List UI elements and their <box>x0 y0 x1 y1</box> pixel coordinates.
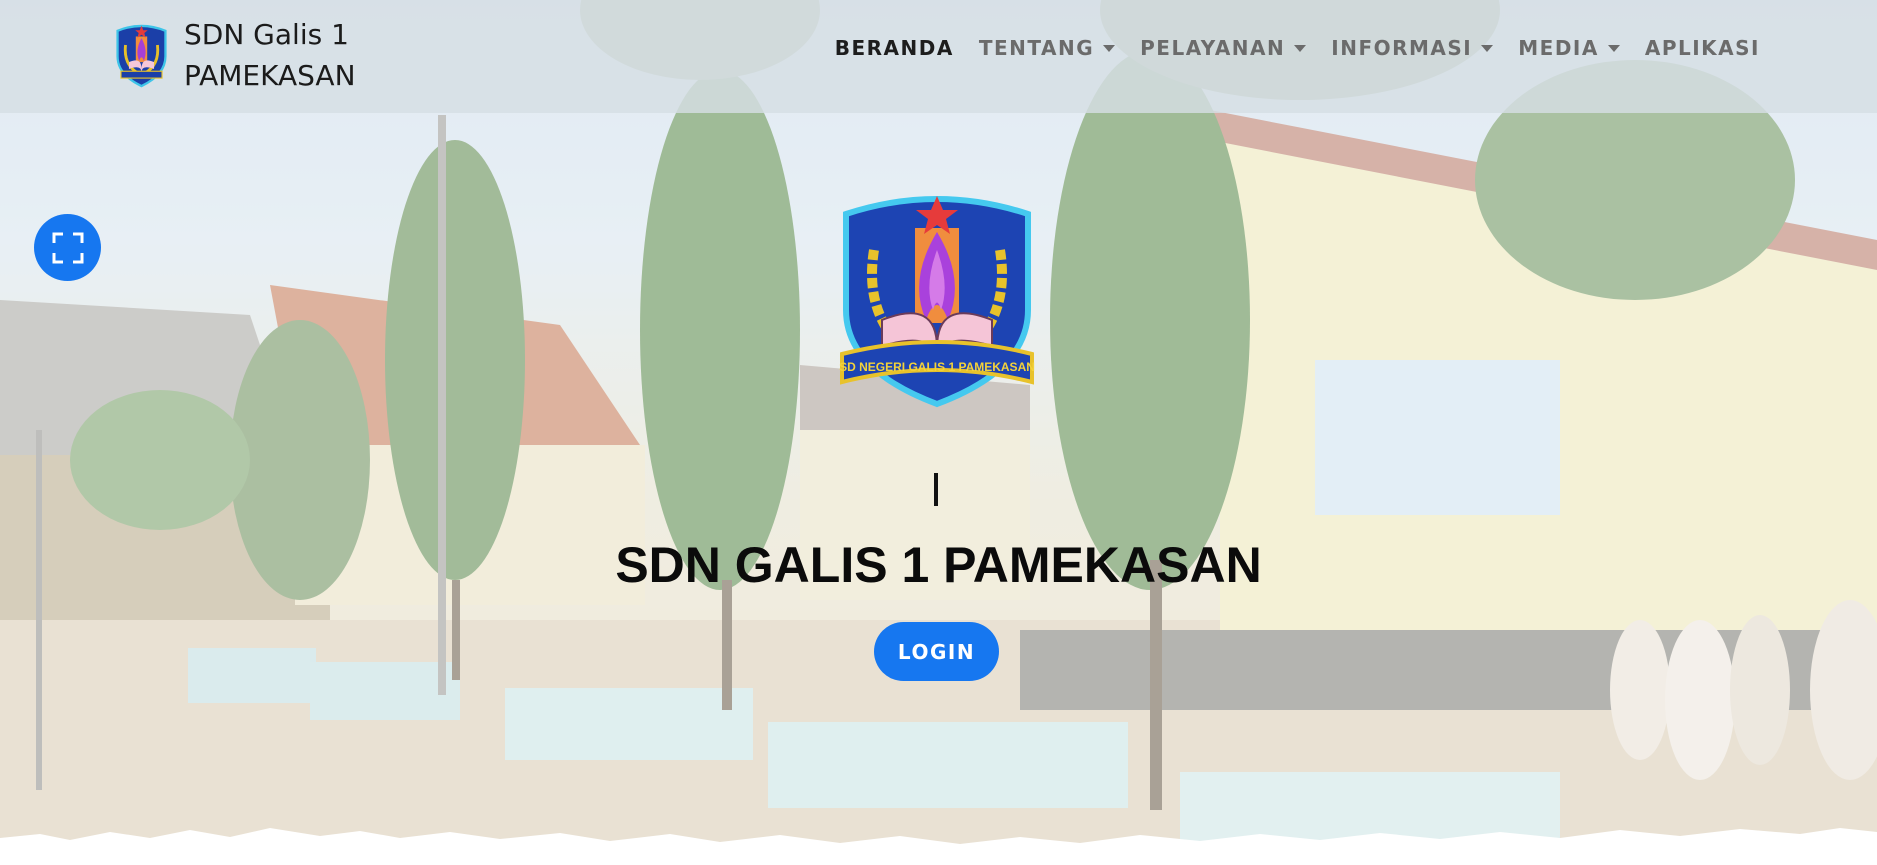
login-button[interactable]: LOGIN <box>874 622 999 681</box>
fullscreen-icon <box>52 232 83 263</box>
chevron-down-icon <box>1103 44 1116 52</box>
nav-item-tentang[interactable]: TENTANG <box>978 36 1116 60</box>
chevron-down-icon <box>1294 44 1307 52</box>
nav-item-aplikasi[interactable]: APLIKASI <box>1645 36 1760 60</box>
brand-name-line2: PAMEKASAN <box>184 59 356 92</box>
nav-item-informasi[interactable]: INFORMASI <box>1331 36 1494 60</box>
brand-name-line1: SDN Galis 1 <box>184 18 349 51</box>
nav-item-label: INFORMASI <box>1331 36 1473 60</box>
nav-item-label: MEDIA <box>1518 36 1599 60</box>
fullscreen-button[interactable] <box>34 214 101 281</box>
school-emblem-icon <box>116 24 167 88</box>
nav-item-label: PELAYANAN <box>1140 36 1286 60</box>
nav-item-label: TENTANG <box>978 36 1095 60</box>
nav-item-label: APLIKASI <box>1644 36 1760 60</box>
emblem-ribbon-text: SD NEGERI GALIS 1 PAMEKASAN <box>839 360 1035 374</box>
chevron-down-icon <box>1607 44 1620 52</box>
hero-title: SDN GALIS 1 PAMEKASAN <box>615 537 1262 593</box>
school-emblem-large: SD NEGERI GALIS 1 PAMEKASAN <box>839 196 1035 408</box>
typing-cursor <box>934 473 938 506</box>
hero-overlay <box>0 0 1877 865</box>
nav-item-label: BERANDA <box>834 36 954 60</box>
torn-paper-divider <box>0 828 1877 865</box>
chevron-down-icon <box>1481 44 1494 52</box>
nav-item-pelayanan[interactable]: PELAYANAN <box>1140 36 1307 60</box>
hero-section: SDN Galis 1 PAMEKASAN BERANDA TENTANG PE… <box>0 0 1877 865</box>
nav-item-beranda[interactable]: BERANDA <box>835 36 954 60</box>
nav-item-media[interactable]: MEDIA <box>1518 36 1620 60</box>
top-navbar: SDN Galis 1 PAMEKASAN BERANDA TENTANG PE… <box>0 0 1877 113</box>
main-nav: BERANDA TENTANG PELAYANAN INFORMASI MEDI… <box>810 36 1760 60</box>
brand[interactable]: SDN Galis 1 PAMEKASAN <box>113 14 414 96</box>
